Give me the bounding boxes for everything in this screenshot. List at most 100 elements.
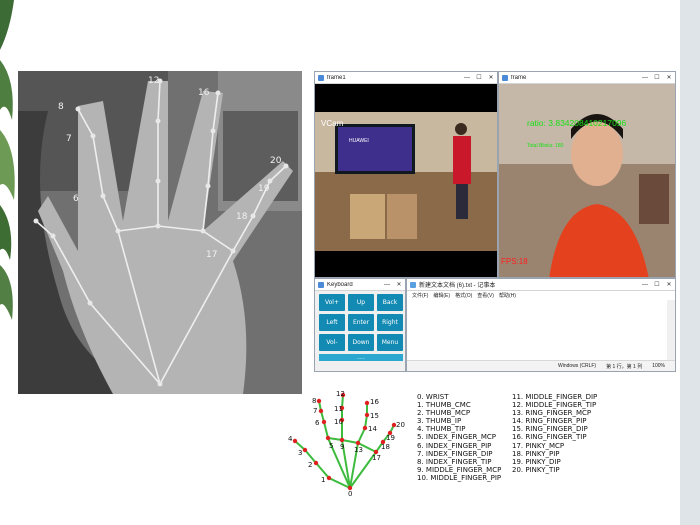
legend-item: 9. MIDDLE_FINGER_MCP: [417, 465, 502, 474]
landmark-label: 20: [270, 156, 282, 166]
legend-item: 12. MIDDLE_FINGER_TIP: [512, 401, 597, 410]
back-key[interactable]: Back: [377, 294, 403, 311]
landmark-label: 18: [236, 212, 248, 222]
up-key[interactable]: Up: [348, 294, 374, 311]
status-position: 第 1 行，第 1 列: [606, 363, 643, 370]
vol-down-key[interactable]: Vol-: [319, 334, 345, 351]
down-key[interactable]: Down: [348, 334, 374, 351]
minimize-icon[interactable]: —: [639, 75, 651, 81]
landmark-label: 16: [198, 88, 210, 98]
tv-brand-text: HUAWEI: [349, 138, 369, 144]
camera-feed-1: HUAWEI VCam: [315, 84, 497, 277]
diagram-point-label: 6: [315, 419, 320, 427]
enter-key[interactable]: Enter: [348, 314, 374, 331]
hand-landmark-photo: 8 7 6 12 16 20 19 18 17: [18, 71, 302, 394]
close-icon[interactable]: ✕: [663, 74, 675, 81]
ratio-overlay-text: ratio: 3.834208410217096: [527, 118, 627, 128]
menu-view[interactable]: 查看(V): [477, 292, 494, 299]
menu-file[interactable]: 文件(F): [412, 292, 428, 299]
notepad-icon: [410, 281, 416, 288]
minimize-icon[interactable]: —: [381, 282, 393, 288]
window-title: Keyboard: [327, 281, 353, 288]
notepad-window[interactable]: 新建文本文档 (6).txt - 记事本 — ☐ ✕ 文件(F) 编辑(E) 格…: [406, 278, 676, 372]
diagram-point-label: 0: [348, 490, 352, 498]
diagram-point-label: 10: [334, 418, 343, 426]
window-app-icon: [318, 281, 324, 288]
diagram-point-label: 17: [372, 454, 381, 462]
keyboard-bottom-bar[interactable]: ------: [319, 354, 403, 361]
diagram-point-label: 19: [386, 434, 395, 442]
landmark-legend-left: 0. WRIST 1. THUMB_CMC 2. THUMB_MCP 3. TH…: [417, 393, 501, 482]
legend-item: 5. INDEX_FINGER_MCP: [417, 433, 496, 442]
vcam-overlay-text: VCam: [321, 119, 344, 128]
left-key[interactable]: Left: [319, 314, 345, 331]
notepad-statusbar: Windows (CRLF) 第 1 行，第 1 列 100%: [407, 360, 675, 371]
legend-item: 19. PINKY_DIP: [512, 457, 561, 466]
background-strip: [680, 0, 700, 525]
menu-edit[interactable]: 编辑(E): [433, 292, 450, 299]
hand-landmark-diagram: 0 1 2 3 4 5 6 7 8 9 10 11 12 13 14 15 16…: [288, 390, 405, 498]
legend-item: 20. PINKY_TIP: [512, 465, 560, 474]
landmark-label: 6: [73, 194, 79, 204]
legend-item: 17. PINKY_MCP: [512, 441, 565, 450]
legend-item: 15. RING_FINGER_DIP: [512, 425, 588, 434]
status-zoom: 100%: [652, 363, 665, 369]
legend-item: 16. RING_FINGER_TIP: [512, 433, 587, 442]
menu-format[interactable]: 格式(O): [455, 292, 472, 299]
legend-item: 4. THUMB_TIP: [417, 425, 466, 434]
diagram-point-label: 1: [321, 476, 325, 484]
legend-item: 7. INDEX_FINGER_DIP: [417, 449, 493, 458]
minimize-icon[interactable]: —: [461, 75, 473, 81]
legend-item: 1. THUMB_CMC: [417, 401, 471, 410]
diagram-point-label: 16: [370, 398, 379, 406]
legend-item: 13. RING_FINGER_MCP: [512, 409, 592, 418]
diagram-point-label: 15: [370, 412, 379, 420]
frame-window[interactable]: frame — ☐ ✕ ratio: 3.834208410217096 Tot…: [498, 71, 676, 278]
menu-key[interactable]: Menu: [377, 334, 403, 351]
close-icon[interactable]: ✕: [393, 281, 405, 288]
landmark-label: 19: [258, 184, 270, 194]
diagram-point-label: 4: [288, 435, 293, 443]
status-encoding: Windows (CRLF): [558, 363, 597, 369]
notepad-text-area[interactable]: [407, 300, 667, 360]
vol-up-key[interactable]: Vol+: [319, 294, 345, 311]
window-title: frame: [511, 74, 527, 81]
window-app-icon: [502, 74, 508, 81]
close-icon[interactable]: ✕: [485, 74, 497, 81]
keyboard-window[interactable]: Keyboard — ✕ Vol+ Up Back Left Enter Rig…: [314, 278, 406, 372]
landmark-label: 17: [206, 250, 217, 260]
window-title: frame1: [327, 74, 346, 81]
minimize-icon[interactable]: —: [639, 282, 651, 288]
maximize-icon[interactable]: ☐: [473, 74, 485, 81]
landmark-legend-right: 11. MIDDLE_FINGER_DIP 12. MIDDLE_FINGER_…: [512, 393, 597, 474]
legend-item: 14. RING_FINGER_PIP: [512, 417, 587, 426]
landmark-label: 7: [66, 134, 72, 144]
maximize-icon[interactable]: ☐: [651, 74, 663, 81]
maximize-icon[interactable]: ☐: [651, 281, 663, 288]
menu-help[interactable]: 帮助(H): [499, 292, 516, 299]
frame1-window[interactable]: frame1 — ☐ ✕ HUAWEI VCam: [314, 71, 498, 278]
diagram-point-label: 7: [313, 407, 317, 415]
right-key[interactable]: Right: [377, 314, 403, 331]
window-app-icon: [318, 74, 324, 81]
legend-item: 2. THUMB_MCP: [417, 409, 471, 418]
legend-item: 3. THUMB_IP: [417, 417, 462, 426]
diagram-point-label: 14: [368, 425, 377, 433]
diagram-point-label: 12: [336, 390, 345, 398]
notepad-scrollbar[interactable]: [667, 300, 675, 360]
fps-overlay-text: FPS:18: [501, 257, 528, 266]
diagram-point-label: 13: [354, 446, 363, 454]
blinks-overlay-text: Total Blinks: 180: [527, 143, 564, 149]
camera-feed-2: ratio: 3.834208410217096 Total Blinks: 1…: [499, 84, 675, 277]
legend-item: 0. WRIST: [417, 393, 449, 401]
legend-item: 11. MIDDLE_FINGER_DIP: [512, 393, 598, 401]
close-icon[interactable]: ✕: [663, 281, 675, 288]
landmark-label: 8: [58, 102, 64, 112]
diagram-point-label: 20: [396, 421, 405, 429]
diagram-point-label: 18: [381, 443, 390, 451]
diagram-point-label: 11: [334, 405, 343, 413]
window-title: 新建文本文档 (6).txt - 记事本: [419, 283, 496, 289]
diagram-point-label: 3: [298, 449, 302, 457]
legend-item: 8. INDEX_FINGER_TIP: [417, 457, 492, 466]
diagram-point-label: 5: [329, 442, 333, 450]
